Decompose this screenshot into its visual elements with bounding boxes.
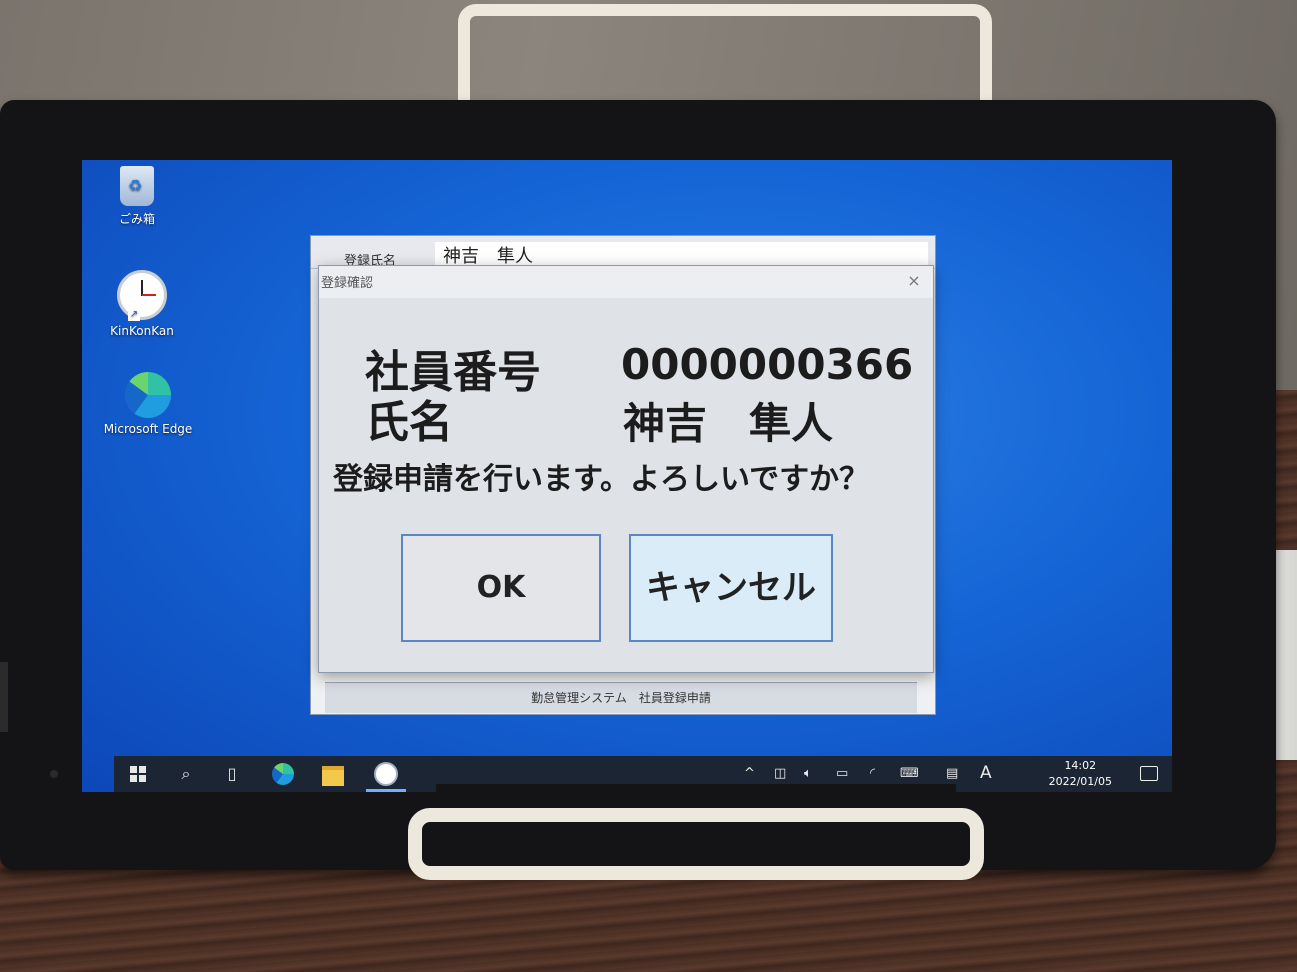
taskbar-clock[interactable]: 14:02 2022/01/05 [1049,758,1112,790]
start-icon[interactable] [130,766,146,782]
clock-icon: ↗ [117,270,167,321]
confirm-question: 登録申請を行います。よろしいですか？ [333,462,870,497]
active-app-indicator [366,789,406,792]
desktop-icon-label: Microsoft Edge [103,422,193,436]
task-view-icon[interactable]: ▯ [222,764,242,784]
clock-time: 14:02 [1064,759,1097,772]
kinkonkan-icon[interactable] [374,762,398,786]
search-icon[interactable]: ⌕ [176,764,196,784]
confirm-dialog: 登録確認 × 社員番号 0000000366 氏名 神吉 隼人 登録申請を行いま… [318,265,934,673]
desktop-icon-label: KinKonKan [110,324,174,338]
wifi-icon[interactable]: ◜ [870,766,875,781]
tablet-mode-icon[interactable]: ▤ [946,766,958,781]
name-label: 氏名 [365,397,453,448]
battery-icon[interactable]: ▭ [836,766,848,781]
tablet-side-button [0,662,8,732]
edge-icon [125,372,171,418]
tablet-camera [50,770,58,778]
clock-date: 2022/01/05 [1048,775,1112,788]
edge-icon[interactable] [272,763,294,785]
recycle-bin-icon [120,166,154,206]
notification-icon[interactable] [1140,766,1158,781]
desktop-icon-edge[interactable]: Microsoft Edge [98,372,198,436]
close-icon[interactable]: × [903,270,925,292]
chevron-up-icon[interactable]: ^ [744,766,755,781]
touch-keyboard-icon[interactable]: ⌨︎ [900,766,919,781]
desktop-icon-recycle-bin[interactable]: ごみ箱 [87,166,187,227]
desktop-screen: ごみ箱 ↗ KinKonKan Microsoft Edge 登録氏名 神吉 隼… [82,160,1172,792]
volume-icon[interactable]: 🔈︎ [804,766,812,781]
shortcut-arrow-icon: ↗ [128,309,140,321]
tablet-stand-front [408,808,984,880]
file-explorer-icon[interactable] [322,766,344,786]
dialog-title: 登録確認 [321,276,374,291]
ok-button[interactable]: OK [401,534,601,642]
ime-indicator[interactable]: A [980,763,992,783]
desktop-icon-label: ごみ箱 [118,212,155,226]
name-value: 神吉 隼人 [623,399,834,448]
window-footer: 勤怠管理システム 社員登録申請 [325,682,917,713]
cancel-button[interactable]: キャンセル [629,534,833,642]
meet-now-icon[interactable]: ◫ [774,766,786,781]
desktop-icon-kinkonkan[interactable]: ↗ KinKonKan [92,270,192,338]
dialog-titlebar: 登録確認 × [319,266,933,298]
employee-number-value: 0000000366 [621,340,914,389]
